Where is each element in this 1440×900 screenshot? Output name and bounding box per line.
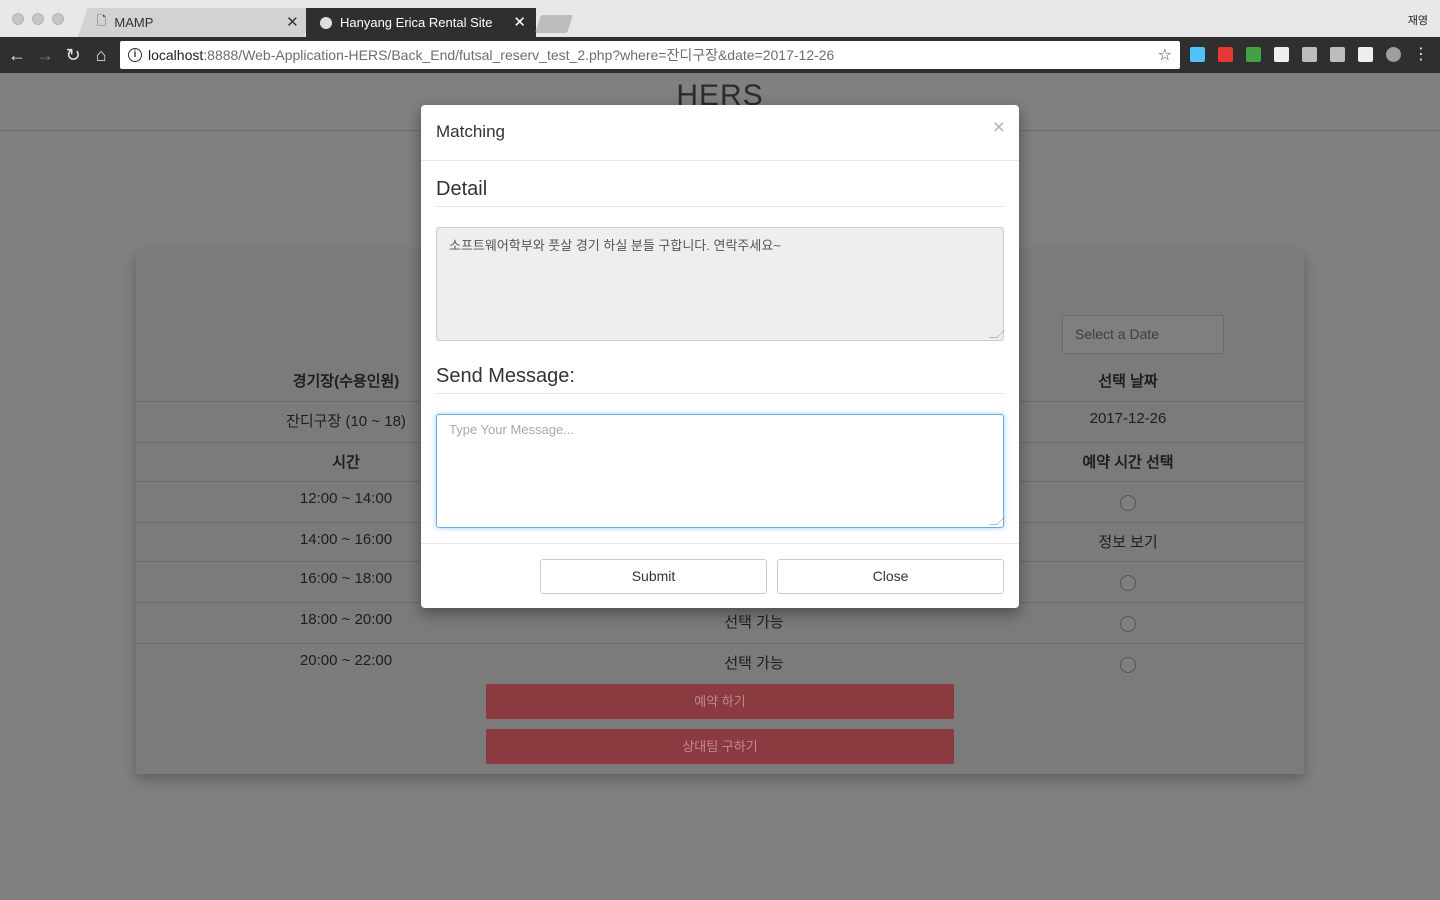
slot-time: 14:00 ~ 16:00: [299, 531, 393, 548]
send-divider: [436, 393, 1004, 394]
field-header: 경기장(수용인원): [292, 373, 400, 390]
address-bar[interactable]: i localhost:8888/Web-Application-HERS/Ba…: [120, 41, 1180, 69]
detail-text: 소프트웨어학부와 풋살 경기 하실 분들 구합니다. 연락주세요~: [449, 238, 781, 253]
slot-status: 선택 가능: [724, 614, 784, 631]
url-host: localhost: [148, 47, 204, 63]
detail-divider: [436, 206, 1004, 207]
forward-arrow-icon[interactable]: →: [34, 44, 56, 66]
date-value: 2017-12-26: [1089, 410, 1167, 427]
extension-icon[interactable]: [1302, 47, 1317, 62]
resize-handle-icon[interactable]: [989, 330, 1005, 338]
slot-radio[interactable]: [1120, 575, 1136, 591]
modal-footer-divider: [421, 543, 1019, 544]
slot-time: 12:00 ~ 14:00: [299, 490, 393, 507]
window-close-button[interactable]: [12, 13, 24, 25]
extension-icon[interactable]: [1246, 47, 1261, 62]
browser-titlebar: 🗋 MAMP ✕ Hanyang Erica Rental Site ✕ 재영: [0, 0, 1440, 37]
modal-title: Matching: [436, 122, 505, 141]
tab-title: Hanyang Erica Rental Site: [340, 15, 493, 30]
slot-radio[interactable]: [1120, 616, 1136, 632]
reload-icon[interactable]: ↻: [62, 44, 84, 66]
resize-handle-icon[interactable]: [989, 517, 1005, 525]
detail-textarea[interactable]: 소프트웨어학부와 풋살 경기 하실 분들 구합니다. 연락주세요~: [436, 227, 1005, 341]
date-header: 선택 날짜: [1098, 373, 1158, 390]
message-textarea[interactable]: Type Your Message...: [436, 414, 1005, 528]
bookmark-star-icon[interactable]: ☆: [1158, 45, 1172, 65]
home-icon[interactable]: ⌂: [90, 44, 112, 66]
tab-title: MAMP: [114, 15, 154, 30]
window-maximize-button[interactable]: [52, 13, 64, 25]
tab-hanyang-erica[interactable]: Hanyang Erica Rental Site ✕: [306, 8, 536, 37]
extension-icon[interactable]: [1218, 47, 1233, 62]
find-opponent-button[interactable]: 상대팀 구하기: [486, 729, 954, 764]
modal-header: Matching ×: [421, 105, 1019, 161]
page-icon: 🗋: [96, 14, 107, 28]
send-message-heading: Send Message:: [436, 365, 575, 387]
submit-button[interactable]: Submit: [540, 559, 767, 594]
detail-heading: Detail: [436, 178, 488, 200]
modal-close-icon[interactable]: ×: [993, 117, 1005, 138]
extension-icon[interactable]: [1274, 47, 1289, 62]
slot-radio[interactable]: [1120, 657, 1136, 673]
extension-icon[interactable]: [1358, 47, 1373, 62]
back-arrow-icon[interactable]: ←: [6, 44, 28, 66]
extension-icon[interactable]: [1330, 47, 1345, 62]
info-icon[interactable]: i: [128, 48, 142, 62]
tab-close-icon[interactable]: ✕: [513, 15, 526, 30]
slot-radio[interactable]: [1120, 495, 1136, 511]
extension-icon[interactable]: [1190, 47, 1205, 62]
view-info-link[interactable]: 정보 보기: [1028, 531, 1228, 552]
date-picker-input[interactable]: Select a Date: [1062, 315, 1224, 354]
slot-time: 16:00 ~ 18:00: [299, 570, 393, 587]
message-placeholder: Type Your Message...: [449, 422, 575, 437]
site-favicon-icon: [320, 16, 332, 29]
window-minimize-button[interactable]: [32, 13, 44, 25]
extension-icon[interactable]: [1386, 47, 1401, 62]
browser-toolbar: ← → ↻ ⌂ i localhost:8888/Web-Application…: [0, 37, 1440, 73]
row-divider: [136, 643, 1304, 644]
tab-mamp[interactable]: 🗋 MAMP ✕: [78, 8, 314, 37]
close-button[interactable]: Close: [777, 559, 1004, 594]
profile-name[interactable]: 재영: [1408, 12, 1428, 28]
slot-time: 18:00 ~ 20:00: [299, 611, 393, 628]
time-header: 시간: [332, 454, 360, 471]
url-path: :8888/Web-Application-HERS/Back_End/futs…: [203, 47, 835, 63]
tab-close-icon[interactable]: ✕: [286, 14, 299, 31]
menu-kebab-icon[interactable]: ⋮: [1410, 44, 1432, 66]
reserve-button[interactable]: 예약 하기: [486, 684, 954, 719]
new-tab-button[interactable]: [535, 15, 573, 33]
select-time-header: 예약 시간 선택: [1082, 454, 1174, 471]
field-value: 잔디구장 (10 ~ 18): [286, 413, 406, 430]
slot-time: 20:00 ~ 22:00: [299, 652, 393, 669]
matching-modal: Matching × Detail 소프트웨어학부와 풋살 경기 하실 분들 구…: [421, 105, 1019, 608]
slot-status: 선택 가능: [724, 655, 784, 672]
